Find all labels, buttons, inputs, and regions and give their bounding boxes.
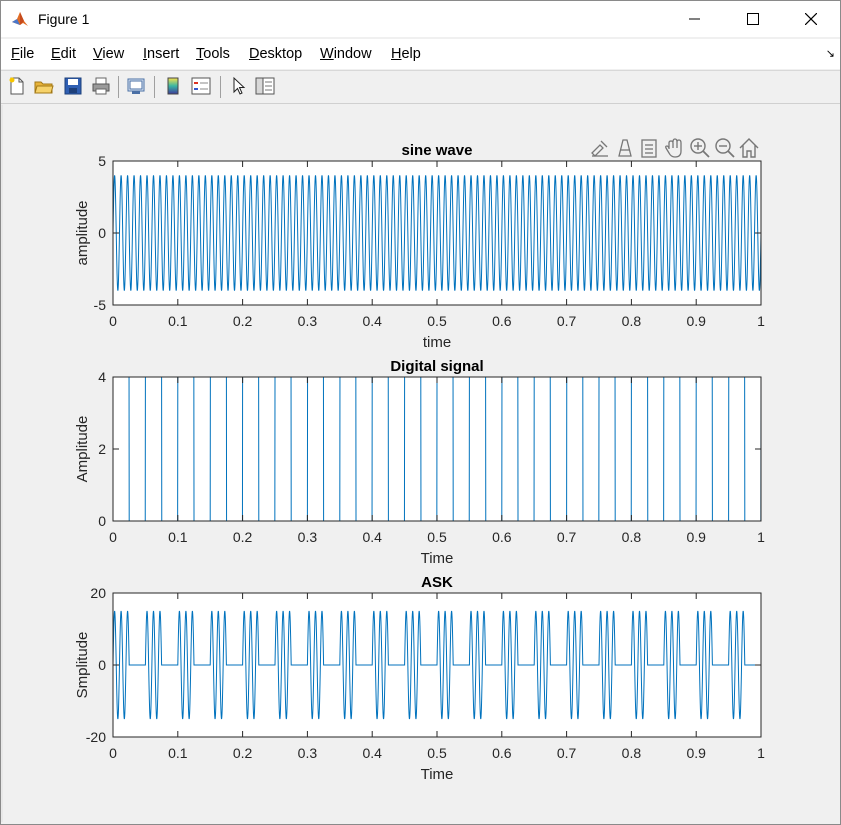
toolbar-separator <box>220 76 221 98</box>
close-icon <box>805 13 817 25</box>
x-tick-label: 0.5 <box>427 313 447 329</box>
y-tick-label: 0 <box>98 225 106 241</box>
x-tick-label: 0.4 <box>362 313 382 329</box>
x-tick-label: 0.9 <box>686 745 706 761</box>
menu-help[interactable]: Help <box>391 46 421 62</box>
menu-desktop[interactable]: Desktop <box>249 46 302 62</box>
x-axis-label: Time <box>421 766 454 783</box>
x-axis-label: time <box>423 334 451 351</box>
x-tick-label: 0.3 <box>298 313 318 329</box>
insert-legend-icon[interactable] <box>191 76 211 96</box>
menu-insert[interactable]: Insert <box>143 46 179 62</box>
x-tick-label: 0.1 <box>168 745 188 761</box>
figure-plots: 0 0.1 0.2 0.3 0.4 0.5 0.6 0.7 0.8 0.9 150-5sine wa… <box>74 138 765 783</box>
subplot-title: Digital signal <box>390 358 483 375</box>
minimize-button[interactable] <box>666 1 724 37</box>
zoom-out-icon[interactable] <box>715 138 735 158</box>
x-tick-label: 1 <box>757 745 765 761</box>
x-tick-label: 0.2 <box>233 745 253 761</box>
maximize-icon <box>747 13 759 25</box>
x-tick-label: 0.3 <box>298 745 318 761</box>
x-tick-label: 0.1 <box>168 529 188 545</box>
y-axis-label: Smplitude <box>74 632 91 699</box>
x-tick-label: 0.5 <box>427 745 447 761</box>
x-tick-label: 0.8 <box>622 745 642 761</box>
insert-colorbar-icon[interactable] <box>163 76 183 96</box>
menu-tools[interactable]: Tools <box>196 46 230 62</box>
x-tick-label: 0.5 <box>427 529 447 545</box>
matlab-logo-icon <box>11 10 29 28</box>
zoom-in-icon[interactable] <box>690 138 710 158</box>
y-tick-label: 20 <box>90 585 106 601</box>
brush-icon[interactable] <box>591 140 608 157</box>
menu-window[interactable]: Window <box>320 46 372 62</box>
toolbar-separator <box>118 76 119 98</box>
menu-bar: File Edit View Insert Tools Desktop Wind… <box>1 39 840 69</box>
y-tick-label: -5 <box>94 297 107 313</box>
x-tick-label: 0.9 <box>686 313 706 329</box>
x-tick-label: 0.8 <box>622 313 642 329</box>
y-tick-label: 0 <box>98 513 106 529</box>
x-tick-label: 0.7 <box>557 529 577 545</box>
home-icon[interactable] <box>739 138 759 158</box>
x-tick-label: 0.9 <box>686 529 706 545</box>
x-tick-label: 0.3 <box>298 529 318 545</box>
data-tips-icon[interactable] <box>618 139 632 157</box>
subplot-1: 0 0.1 0.2 0.3 0.4 0.5 0.6 0.7 0.8 0.9 150-5sine wa… <box>74 142 765 351</box>
x-tick-label: 0.2 <box>233 529 253 545</box>
edit-plot-icon[interactable] <box>229 76 249 96</box>
x-tick-label: 0.4 <box>362 745 382 761</box>
figure-window: Figure 1 File Edit View Insert Tools Des… <box>0 0 841 825</box>
open-file-icon[interactable] <box>34 76 54 96</box>
link-plot-icon[interactable] <box>126 76 146 96</box>
x-tick-label: 0 <box>109 745 117 761</box>
x-tick-label: 0.6 <box>492 529 512 545</box>
pan-icon[interactable] <box>665 138 682 158</box>
y-tick-label: 0 <box>98 657 106 673</box>
menu-view[interactable]: View <box>93 46 124 62</box>
x-axis-label: Time <box>421 550 454 567</box>
property-inspector-icon[interactable] <box>255 76 275 96</box>
window-title: Figure 1 <box>38 11 90 27</box>
subplot-title: sine wave <box>402 142 473 159</box>
save-icon[interactable] <box>63 76 83 96</box>
x-tick-label: 0 <box>109 313 117 329</box>
x-tick-label: 0.2 <box>233 313 253 329</box>
y-axis-label: Amplitude <box>74 416 91 483</box>
subplot-2: 0 0.1 0.2 0.3 0.4 0.5 0.6 0.7 0.8 0.9 1 4 2 0 Digital … <box>74 358 765 567</box>
subplots: 0 0.1 0.2 0.3 0.4 0.5 0.6 0.7 0.8 0.9 150-5sine wa… <box>74 142 765 783</box>
x-tick-label: 0.1 <box>168 313 188 329</box>
axes-toolbar <box>591 138 759 158</box>
x-tick-label: 0.4 <box>362 529 382 545</box>
y-axis-label: amplitude <box>74 200 91 265</box>
dock-arrow-icon[interactable]: ↘ <box>826 47 835 60</box>
x-tick-label: 0.7 <box>557 313 577 329</box>
toolbar-separator <box>154 76 155 98</box>
title-bar[interactable]: Figure 1 <box>1 1 840 37</box>
subplot-title: ASK <box>421 574 453 591</box>
x-tick-label: 0.6 <box>492 745 512 761</box>
figure-canvas[interactable]: 0 0.1 0.2 0.3 0.4 0.5 0.6 0.7 0.8 0.9 1 5 0 -5 sine wa… <box>3 105 838 822</box>
new-figure-icon[interactable] <box>7 76 27 96</box>
figure-toolbar <box>1 70 840 104</box>
maximize-button[interactable] <box>724 1 782 37</box>
x-tick-label: 1 <box>757 529 765 545</box>
menu-file[interactable]: File <box>11 46 34 62</box>
close-button[interactable] <box>782 1 840 37</box>
y-tick-label: -20 <box>86 729 106 745</box>
menu-edit[interactable]: Edit <box>51 46 76 62</box>
x-tick-label: 0.8 <box>622 529 642 545</box>
y-tick-label: 5 <box>98 153 106 169</box>
y-tick-label: 4 <box>98 369 106 385</box>
print-icon[interactable] <box>91 76 111 96</box>
y-tick-label: 2 <box>98 441 106 457</box>
minimize-icon <box>689 18 700 20</box>
series-line <box>113 376 762 522</box>
subplot-3: 0 0.1 0.2 0.3 0.4 0.5 0.6 0.7 0.8 0.9 1200-20ASKTi… <box>74 574 765 783</box>
x-tick-label: 1 <box>757 313 765 329</box>
x-tick-label: 0.7 <box>557 745 577 761</box>
x-tick-label: 0 <box>109 529 117 545</box>
export-icon[interactable] <box>641 139 657 158</box>
x-tick-label: 0.6 <box>492 313 512 329</box>
